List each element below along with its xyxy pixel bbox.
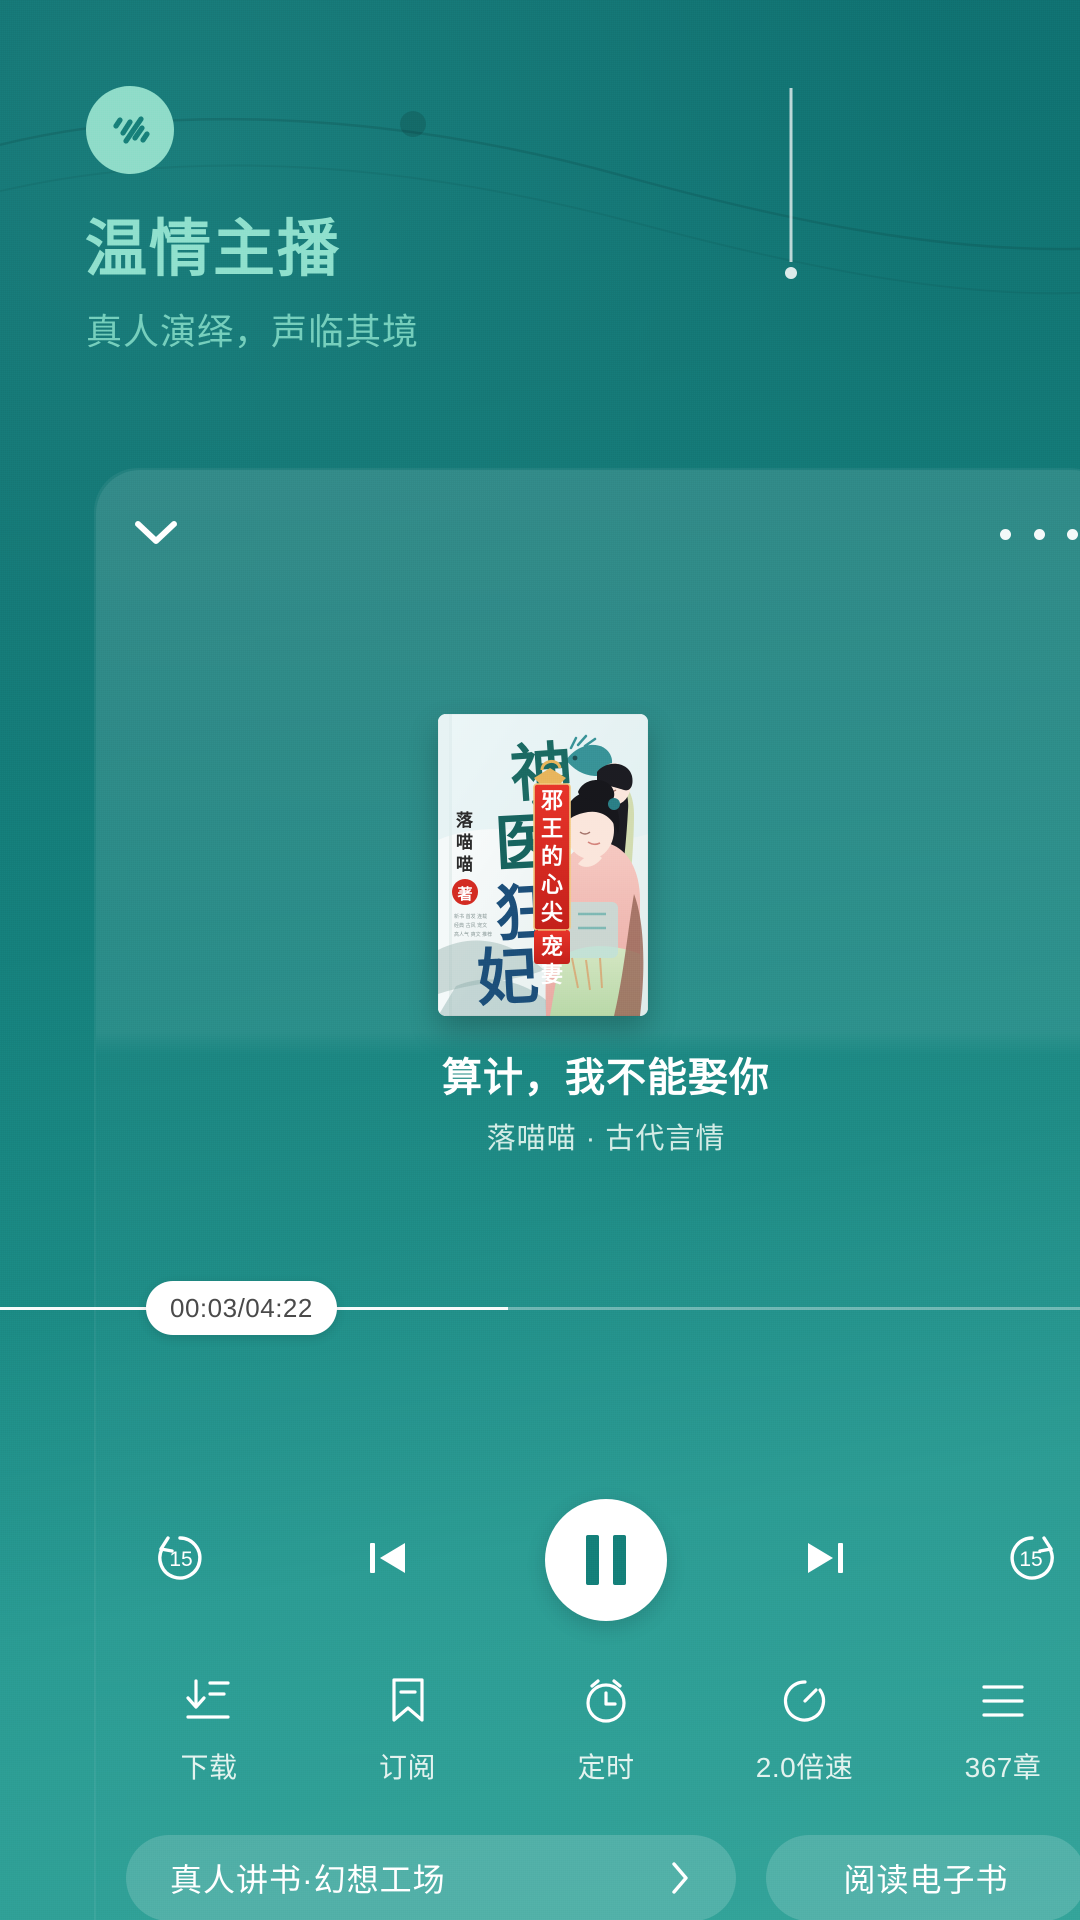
player-tools: 下载 订阅 定时 2.0倍速 367章 — [96, 1670, 1080, 1786]
svg-text:尖: 尖 — [541, 900, 563, 926]
more-options-icon — [1000, 528, 1011, 540]
more-options-button[interactable] — [1000, 510, 1078, 558]
player-card: 神 医 狂 妃 落 喵 喵 著 新书 首发 连载 经典 古风 宠文 高人气 爽文… — [0, 470, 1080, 1920]
more-options-icon — [1067, 528, 1078, 540]
chevron-right-icon — [660, 1858, 700, 1898]
bottom-actions: 真人讲书·幻想工场 阅读电子书 — [96, 1830, 1080, 1920]
playback-controls: 15 15 — [96, 1470, 1080, 1650]
producer-label: 真人讲书·幻想工场 — [170, 1862, 446, 1898]
read-ebook-label: 阅读电子书 — [843, 1862, 1009, 1898]
sound-wave-icon — [102, 102, 158, 158]
svg-text:落: 落 — [456, 811, 474, 831]
play-pause-button[interactable] — [545, 1499, 667, 1621]
alarm-clock-icon — [579, 1670, 633, 1730]
svg-text:喵: 喵 — [456, 833, 473, 853]
track-meta: 落喵喵 · 古代言情 — [486, 1123, 726, 1155]
svg-text:的: 的 — [541, 844, 563, 870]
skip-previous-icon — [359, 1530, 415, 1591]
bookmark-icon — [381, 1670, 435, 1730]
playback-speed-label: 2.0倍速 — [755, 1752, 854, 1783]
svg-text:妃: 妃 — [475, 939, 541, 1015]
speedometer-icon — [778, 1670, 832, 1730]
subscribe-label: 订阅 — [378, 1752, 436, 1783]
sleep-timer-button[interactable]: 定时 — [521, 1670, 691, 1786]
download-button[interactable]: 下载 — [124, 1670, 294, 1786]
svg-text:宠: 宠 — [541, 934, 563, 960]
sleep-timer-label: 定时 — [577, 1752, 635, 1783]
svg-text:高人气 爽文 推荐: 高人气 爽文 推荐 — [454, 931, 492, 938]
page-subtitle: 真人演绎，声临其境 — [86, 311, 420, 352]
producer-button[interactable]: 真人讲书·幻想工场 — [126, 1835, 736, 1920]
collapse-player-button[interactable] — [120, 498, 192, 570]
subscribe-button[interactable]: 订阅 — [323, 1670, 493, 1786]
svg-text:15: 15 — [1019, 1548, 1042, 1571]
brand-logo[interactable] — [86, 86, 174, 174]
svg-text:著: 著 — [456, 885, 472, 903]
chapter-count-label: 367章 — [964, 1752, 1042, 1783]
book-cover[interactable]: 神 医 狂 妃 落 喵 喵 著 新书 首发 连载 经典 古风 宠文 高人气 爽文… — [438, 714, 648, 1016]
progress-bar[interactable]: 00:03/04:22 — [0, 1281, 1080, 1335]
svg-text:妻: 妻 — [541, 962, 563, 988]
svg-text:王: 王 — [541, 816, 563, 842]
skip-next-icon — [798, 1530, 854, 1591]
player-card-header: 神 医 狂 妃 落 喵 喵 著 新书 首发 连载 经典 古风 宠文 高人气 爽文… — [0, 470, 1080, 1335]
next-track-button[interactable] — [771, 1505, 881, 1615]
forward-15-icon: 15 — [999, 1525, 1065, 1596]
page-title: 温情主播 — [85, 215, 342, 284]
playback-speed-button[interactable]: 2.0倍速 — [720, 1670, 890, 1786]
svg-text:经典 古风 宠文: 经典 古风 宠文 — [454, 922, 487, 929]
chevron-down-icon — [133, 517, 179, 552]
progress-time-label: 00:03/04:22 — [146, 1281, 337, 1335]
download-label: 下载 — [180, 1752, 238, 1783]
book-cover-image: 神 医 狂 妃 落 喵 喵 著 新书 首发 连载 经典 古风 宠文 高人气 爽文… — [438, 714, 648, 1016]
pause-icon — [586, 1535, 626, 1585]
list-icon — [976, 1670, 1030, 1730]
track-title: 算计，我不能娶你 — [442, 1056, 770, 1100]
previous-track-button[interactable] — [332, 1505, 442, 1615]
more-options-icon — [1033, 528, 1045, 540]
forward-15-button[interactable]: 15 — [984, 1512, 1080, 1608]
download-icon — [182, 1670, 236, 1730]
svg-text:喵: 喵 — [456, 855, 473, 875]
svg-text:15: 15 — [169, 1548, 192, 1571]
rewind-15-button[interactable]: 15 — [132, 1512, 228, 1608]
svg-text:心: 心 — [541, 872, 563, 898]
audiobook-player-screen: 温情主播 真人演绎，声临其境 神 医 狂 妃 落 喵 喵 著 新书 首发 连载 … — [0, 0, 1080, 1920]
svg-text:邪: 邪 — [540, 788, 563, 814]
read-ebook-button[interactable]: 阅读电子书 — [766, 1835, 1080, 1920]
chapter-list-button[interactable]: 367章 — [918, 1670, 1080, 1786]
rewind-15-icon: 15 — [147, 1525, 213, 1596]
svg-text:新书 首发 连载: 新书 首发 连载 — [454, 913, 487, 920]
